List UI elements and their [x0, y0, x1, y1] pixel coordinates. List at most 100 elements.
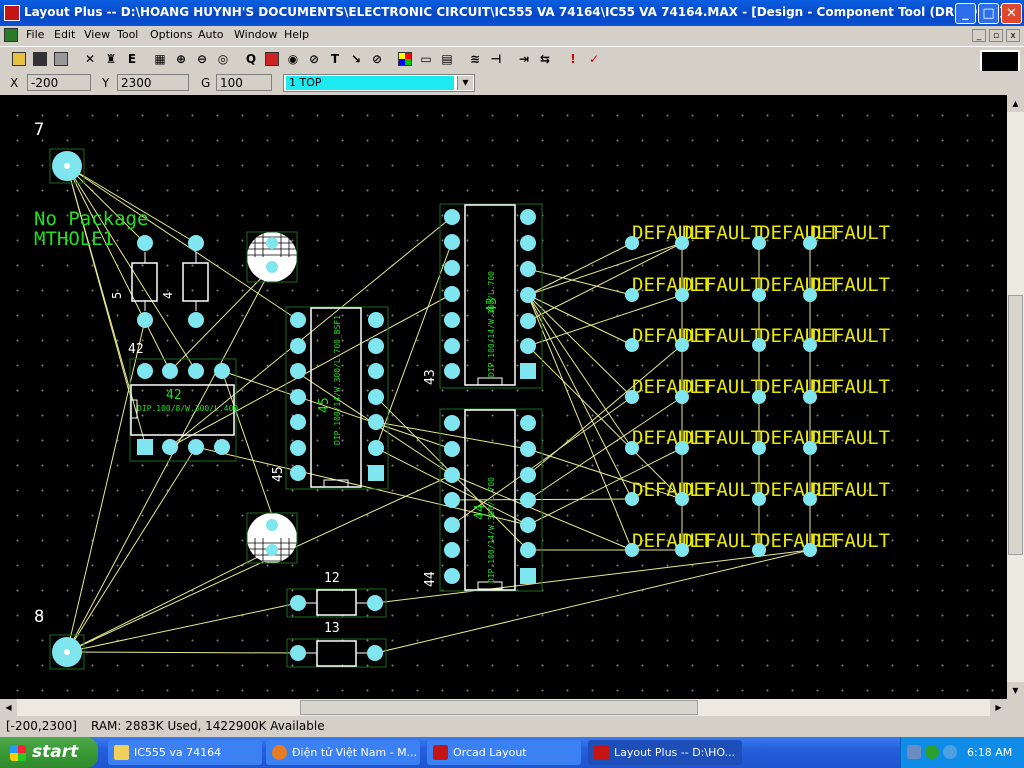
mdi-restore-button[interactable]: ▫	[989, 29, 1003, 42]
grid-field[interactable]: 100	[216, 74, 272, 91]
spreadsheet-icon[interactable]: ▦	[150, 49, 170, 69]
minimize-button[interactable]: _	[955, 3, 976, 24]
taskbar: start IC555 va 74164 Điện tử Việt Nam - …	[0, 737, 1024, 768]
svg-text:DEFAULT: DEFAULT	[810, 274, 890, 296]
ic-u45[interactable]: 45 DIP.100/14/W.300/L.700_BSF1	[285, 306, 389, 490]
route-icon[interactable]: ▤	[437, 49, 457, 69]
layer-select[interactable]: 1 TOP ▼	[283, 74, 475, 92]
layer-icon[interactable]	[262, 49, 282, 69]
led-matrix[interactable]: DEFAULT DEFAULT DEFAULT DEFAULT DEFAULT DEFA…	[625, 222, 890, 557]
svg-text:DEFAULT: DEFAULT	[682, 274, 762, 296]
scroll-up-icon[interactable]: ▲	[1007, 95, 1024, 112]
menu-help[interactable]: Help	[284, 28, 309, 41]
menu-tool[interactable]: Tool	[117, 28, 138, 41]
open-icon[interactable]	[9, 49, 29, 69]
x-coordinate-field[interactable]: -200	[27, 74, 91, 91]
pcb-layout[interactable]: 7 8 No Package MTHOLE1 42 12 13 5 4 45 4…	[0, 95, 1007, 699]
ic-u42[interactable]: 42 DIP.100/8/W.300/L.400	[129, 358, 238, 462]
capacitor-46[interactable]	[246, 231, 298, 283]
connection-icon[interactable]: ↘	[346, 49, 366, 69]
reconnect-icon[interactable]: ⊣	[486, 49, 506, 69]
text-icon[interactable]: T	[325, 49, 345, 69]
x-label: X	[10, 76, 19, 90]
menu-edit[interactable]: Edit	[54, 28, 75, 41]
r4-label: 4	[161, 292, 175, 299]
scroll-down-icon[interactable]: ▼	[1007, 682, 1024, 699]
query-icon[interactable]: Q	[241, 49, 261, 69]
vertical-scrollbar[interactable]: ▲ ▼	[1007, 95, 1024, 699]
scroll-right-icon[interactable]: ▶	[990, 699, 1007, 716]
close-button[interactable]: ✕	[1001, 3, 1022, 24]
drc-check-icon[interactable]: ✓	[584, 49, 604, 69]
vertical-scroll-thumb[interactable]	[1008, 295, 1023, 555]
ref-43-label: 43	[423, 369, 438, 385]
network-icon[interactable]	[907, 745, 921, 759]
u42-name: 42	[166, 388, 182, 403]
horizontal-scrollbar[interactable]: ◀ ▶	[0, 699, 1007, 716]
svg-text:DEFAULT: DEFAULT	[810, 427, 890, 449]
resistor-5[interactable]	[131, 235, 158, 328]
y-coordinate-field[interactable]: 2300	[117, 74, 189, 91]
resistor-13[interactable]	[286, 638, 387, 668]
svg-text:DEFAULT: DEFAULT	[810, 222, 890, 244]
ref-12-label: 12	[324, 571, 340, 586]
ic-u43[interactable]: 43 DIP.100/14/W.300/L.700	[439, 203, 543, 389]
status-bar: [-200,2300] RAM: 2883K Used, 1422900K Av…	[0, 716, 1024, 737]
edit-icon[interactable]: E	[122, 49, 142, 69]
clock[interactable]: 6:18 AM	[967, 746, 1012, 759]
menu-view[interactable]: View	[84, 28, 110, 41]
task-explorer[interactable]: IC555 va 74164	[108, 740, 262, 765]
component-icon[interactable]: ◉	[283, 49, 303, 69]
error-icon[interactable]: ⊘	[367, 49, 387, 69]
mdi-close-button[interactable]: x	[1006, 29, 1020, 42]
color-icon[interactable]	[395, 49, 415, 69]
find-icon[interactable]: ♜	[101, 49, 121, 69]
messenger-icon[interactable]	[925, 745, 939, 759]
svg-text:DEFAULT: DEFAULT	[682, 427, 762, 449]
task-browser[interactable]: Điện tử Việt Nam - M...	[266, 740, 420, 765]
start-label: start	[32, 742, 79, 762]
layer-stack-icon[interactable]: ≋	[465, 49, 485, 69]
y-label: Y	[102, 76, 110, 90]
save-icon[interactable]	[30, 49, 50, 69]
delete-icon[interactable]: ✕	[80, 49, 100, 69]
design-canvas[interactable]: 7 8 No Package MTHOLE1 42 12 13 5 4 45 4…	[0, 95, 1007, 699]
svg-text:DEFAULT: DEFAULT	[682, 222, 762, 244]
u44-package: DIP.100/14/W.300/L.700	[487, 477, 496, 583]
mthole-label: MTHOLE1	[34, 228, 114, 250]
maximize-button[interactable]: □	[978, 3, 999, 24]
chevron-down-icon[interactable]: ▼	[457, 76, 473, 90]
task-layout-plus[interactable]: Layout Plus -- D:\HO...	[588, 740, 742, 765]
drc-icon[interactable]: ▭	[416, 49, 436, 69]
r5-label: 5	[110, 292, 124, 299]
u44-name: 44	[473, 504, 488, 520]
u42-package: DIP.100/8/W.300/L.400	[137, 404, 238, 413]
zoom-in-icon[interactable]: ⊕	[171, 49, 191, 69]
document-icon[interactable]	[4, 28, 18, 42]
autoroute-icon[interactable]: ⇥	[514, 49, 534, 69]
zoom-out-icon[interactable]: ⊖	[192, 49, 212, 69]
menu-auto[interactable]: Auto	[198, 28, 224, 41]
menu-window[interactable]: Window	[234, 28, 277, 41]
menu-options[interactable]: Options	[150, 28, 192, 41]
resistor-12[interactable]	[286, 588, 387, 618]
menu-file[interactable]: File	[26, 28, 44, 41]
print-icon[interactable]	[51, 49, 71, 69]
zoom-all-icon[interactable]: ◎	[213, 49, 233, 69]
resistor-4[interactable]	[182, 235, 209, 328]
start-button[interactable]: start	[0, 737, 98, 768]
svg-text:DEFAULT: DEFAULT	[810, 325, 890, 347]
horizontal-scroll-thumb[interactable]	[300, 700, 698, 715]
u45-name: 45	[317, 397, 332, 413]
pin-icon[interactable]: ⊘	[304, 49, 324, 69]
capacitor-47[interactable]	[246, 512, 298, 564]
rotate-icon[interactable]: !	[563, 49, 583, 69]
mdi-minimize-button[interactable]: _	[972, 29, 986, 42]
flip-icon[interactable]: ⇆	[535, 49, 555, 69]
windows-logo-icon	[10, 745, 26, 761]
app-icon[interactable]	[4, 5, 20, 21]
globe-icon[interactable]	[943, 745, 957, 759]
scroll-left-icon[interactable]: ◀	[0, 699, 17, 716]
mounting-hole-8[interactable]	[49, 634, 85, 670]
task-orcad-layout[interactable]: Orcad Layout	[427, 740, 581, 765]
